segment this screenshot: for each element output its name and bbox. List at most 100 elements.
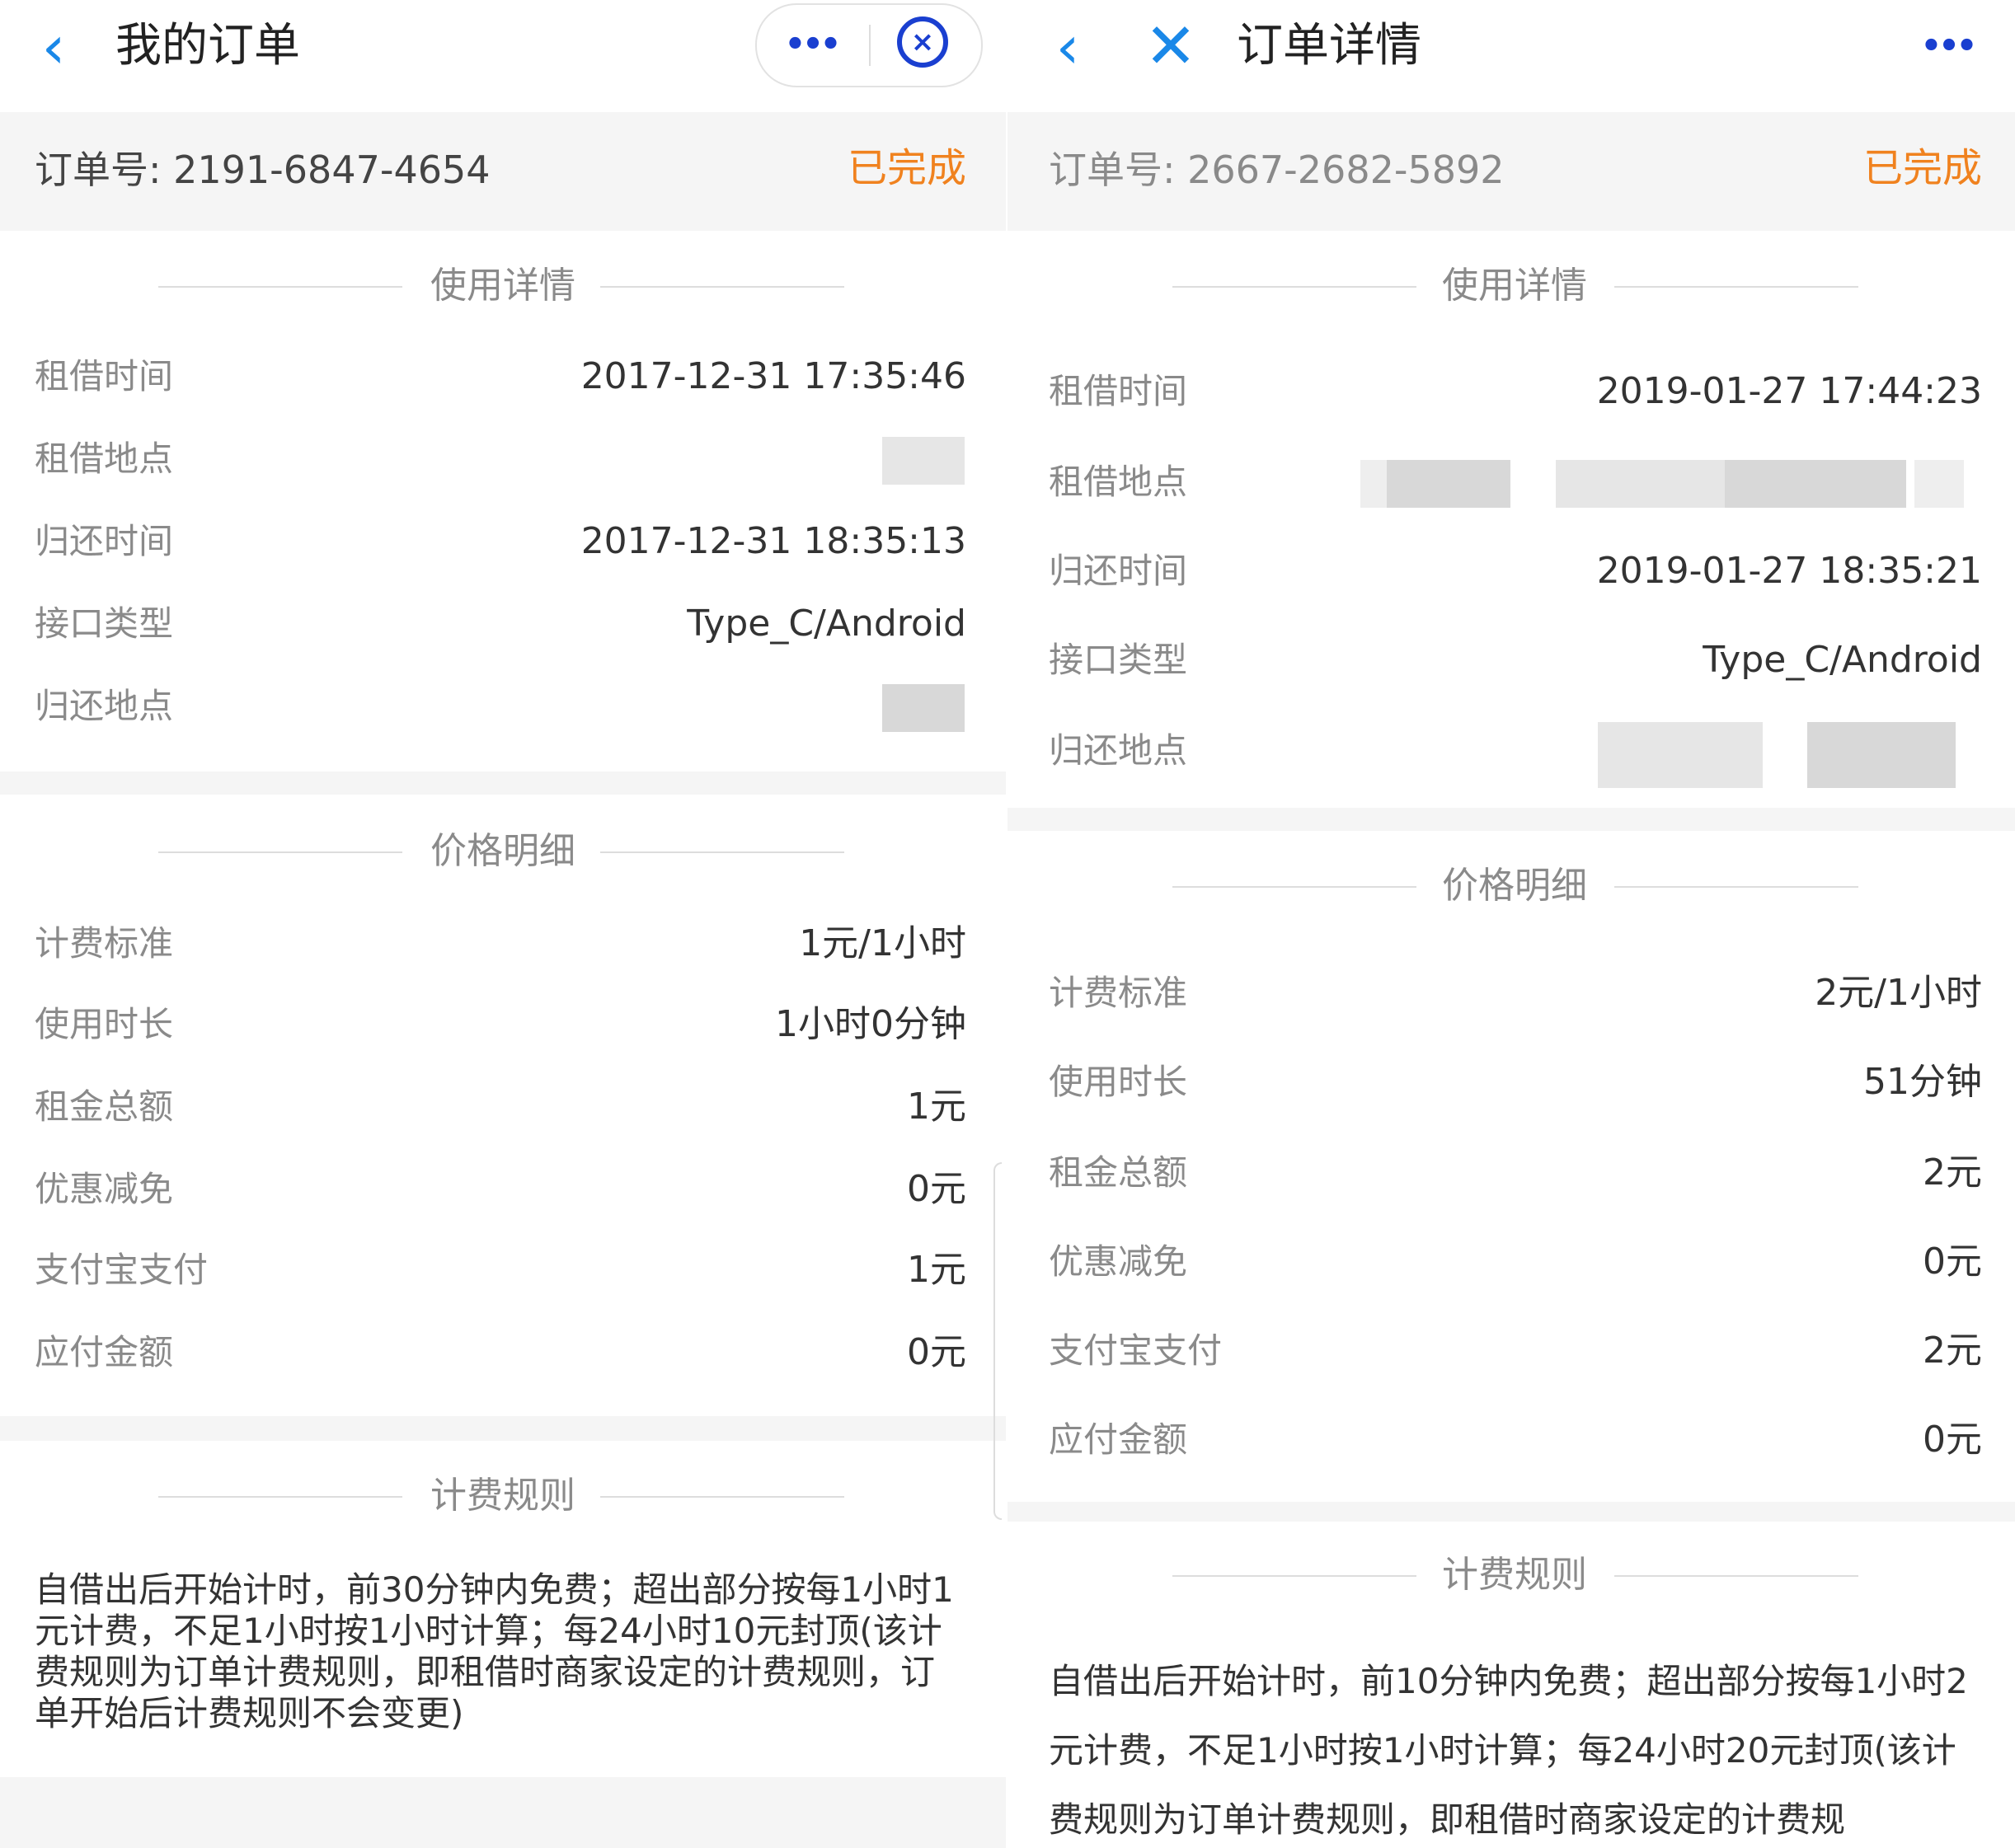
- rules-section-title: 计费规则: [1442, 1554, 1587, 1596]
- row-label: 优惠减免: [1049, 1241, 1188, 1282]
- price-row: 支付宝支付 1元: [0, 1241, 1006, 1299]
- row-label: 归还地点: [35, 686, 174, 726]
- left-order-panel: ‹ 我的订单 ••• × 订单号: 2191-6847-4654 已完成 使用详…: [0, 0, 1006, 1848]
- redacted-location: [1914, 460, 1964, 508]
- status-badge: 已完成: [1862, 145, 1982, 191]
- usage-section-header: 使用详情: [1008, 257, 2015, 315]
- row-value: Type_C/Android: [1703, 639, 1982, 681]
- row-value: 2019-01-27 17:44:23: [1596, 370, 1982, 412]
- row-label: 支付宝支付: [1049, 1330, 1223, 1371]
- close-icon[interactable]: ✕: [1139, 15, 1202, 77]
- price-section-title: 价格明细: [1442, 865, 1587, 907]
- redacted-location: [1387, 460, 1510, 508]
- row-label: 租金总额: [1049, 1152, 1188, 1193]
- redacted-location: [1807, 722, 1956, 788]
- price-row: 使用时长 51分钟: [1008, 1053, 2015, 1111]
- port-type-row: 接口类型 Type_C/Android: [0, 595, 1006, 653]
- return-time-row: 归还时间 2017-12-31 18:35:13: [0, 513, 1006, 570]
- price-row: 支付宝支付 2元: [1008, 1322, 2015, 1380]
- row-label: 使用时长: [1049, 1062, 1188, 1102]
- order-number: 订单号: 2667-2682-5892: [1049, 148, 1505, 192]
- price-row: 租金总额 2元: [1008, 1144, 2015, 1202]
- section-gap: [0, 772, 1006, 795]
- row-value: 2元/1小时: [1815, 972, 1982, 1014]
- row-value: 0元: [1923, 1241, 1982, 1283]
- top-bar: ‹ ✕ 订单详情 •••: [1008, 0, 2015, 112]
- rent-location-row: 租借地点: [0, 430, 1006, 488]
- usage-section-title: 使用详情: [1442, 265, 1587, 307]
- order-number-bar: 订单号: 2667-2682-5892 已完成: [1008, 112, 2015, 231]
- rules-section-title: 计费规则: [430, 1475, 575, 1517]
- row-label: 租借时间: [1049, 371, 1188, 411]
- usage-section-title: 使用详情: [430, 265, 575, 307]
- redacted-location: [1725, 460, 1906, 508]
- row-value: 2017-12-31 18:35:13: [580, 520, 966, 562]
- target-close-icon[interactable]: ×: [897, 16, 948, 68]
- divider: [600, 1496, 844, 1498]
- port-type-row: 接口类型 Type_C/Android: [1008, 631, 2015, 689]
- row-label: 优惠减免: [35, 1169, 174, 1209]
- row-label: 归还地点: [1049, 730, 1188, 771]
- bottom-gap: [0, 1777, 1006, 1848]
- row-label: 归还时间: [1049, 551, 1188, 591]
- price-section-header: 价格明细: [1008, 857, 2015, 915]
- section-gap: [1008, 808, 2015, 831]
- row-value: 1小时0分钟: [775, 1003, 966, 1045]
- right-order-panel: ‹ ✕ 订单详情 ••• 订单号: 2667-2682-5892 已完成 使用详…: [1008, 0, 2015, 1848]
- divider: [1614, 286, 1858, 288]
- row-value: 1元: [907, 1249, 966, 1291]
- card-edge: [993, 1162, 1002, 1520]
- more-dots-icon[interactable]: •••: [778, 13, 844, 76]
- divider: [1614, 1575, 1858, 1577]
- capsule-divider: [869, 25, 871, 66]
- row-label: 租金总额: [35, 1086, 174, 1127]
- redacted-location: [882, 437, 965, 485]
- divider: [600, 286, 844, 288]
- rent-location-row: 租借地点: [1008, 453, 2015, 511]
- row-value: 0元: [907, 1168, 966, 1210]
- order-number: 订单号: 2191-6847-4654: [35, 148, 491, 192]
- order-number-bar: 订单号: 2191-6847-4654 已完成: [0, 112, 1006, 231]
- chevron-left-icon[interactable]: ‹: [25, 17, 82, 77]
- top-bar: ‹ 我的订单 ••• ×: [0, 0, 1006, 112]
- row-label: 计费标准: [35, 923, 174, 964]
- row-value: 0元: [1923, 1419, 1982, 1461]
- mini-program-capsule: ••• ×: [755, 3, 983, 87]
- billing-rules-text: 自借出后开始计时，前30分钟内免费；超出部分按每1小时1元计费，不足1小时按1小…: [35, 1569, 954, 1733]
- return-location-row: 归还地点: [1008, 722, 2015, 788]
- row-value: Type_C/Android: [687, 603, 966, 645]
- billing-rules-text: 自借出后开始计时，前10分钟内免费；超出部分按每1小时2元计费，不足1小时按1小…: [1049, 1661, 1968, 1840]
- price-row: 计费标准 2元/1小时: [1008, 964, 2015, 1022]
- chevron-left-icon[interactable]: ‹: [1039, 17, 1097, 77]
- status-badge: 已完成: [847, 145, 966, 191]
- price-row: 计费标准 1元/1小时: [0, 915, 1006, 973]
- row-label: 计费标准: [1049, 973, 1188, 1013]
- row-value: 2元: [1923, 1151, 1982, 1194]
- redacted-location: [1598, 722, 1763, 788]
- more-dots-icon[interactable]: •••: [1914, 15, 1980, 77]
- return-location-row: 归还地点: [0, 678, 1006, 735]
- rules-section-header: 计费规则: [1008, 1546, 2015, 1604]
- divider: [600, 851, 844, 853]
- row-value: 1元: [907, 1086, 966, 1128]
- row-value: 1元/1小时: [799, 922, 966, 964]
- return-time-row: 归还时间 2019-01-27 18:35:21: [1008, 542, 2015, 600]
- page-title: 订单详情: [1237, 19, 1421, 73]
- row-label: 接口类型: [1049, 640, 1188, 680]
- price-row: 使用时长 1小时0分钟: [0, 996, 1006, 1053]
- rent-time-row: 租借时间 2017-12-31 17:35:46: [0, 348, 1006, 406]
- row-value: 0元: [907, 1331, 966, 1373]
- row-label: 归还时间: [35, 521, 174, 561]
- section-gap: [1008, 1502, 2015, 1522]
- usage-section-header: 使用详情: [0, 257, 1006, 315]
- row-value: 2019-01-27 18:35:21: [1596, 550, 1982, 592]
- price-row: 应付金额 0元: [0, 1324, 1006, 1381]
- row-value: 51分钟: [1863, 1061, 1982, 1103]
- row-label: 使用时长: [35, 1004, 174, 1044]
- row-value: 2017-12-31 17:35:46: [580, 355, 966, 397]
- divider: [1614, 886, 1858, 888]
- row-label: 租借地点: [35, 439, 174, 479]
- price-row: 租金总额 1元: [0, 1078, 1006, 1136]
- row-label: 接口类型: [35, 603, 174, 644]
- price-row: 优惠减免 0元: [1008, 1233, 2015, 1291]
